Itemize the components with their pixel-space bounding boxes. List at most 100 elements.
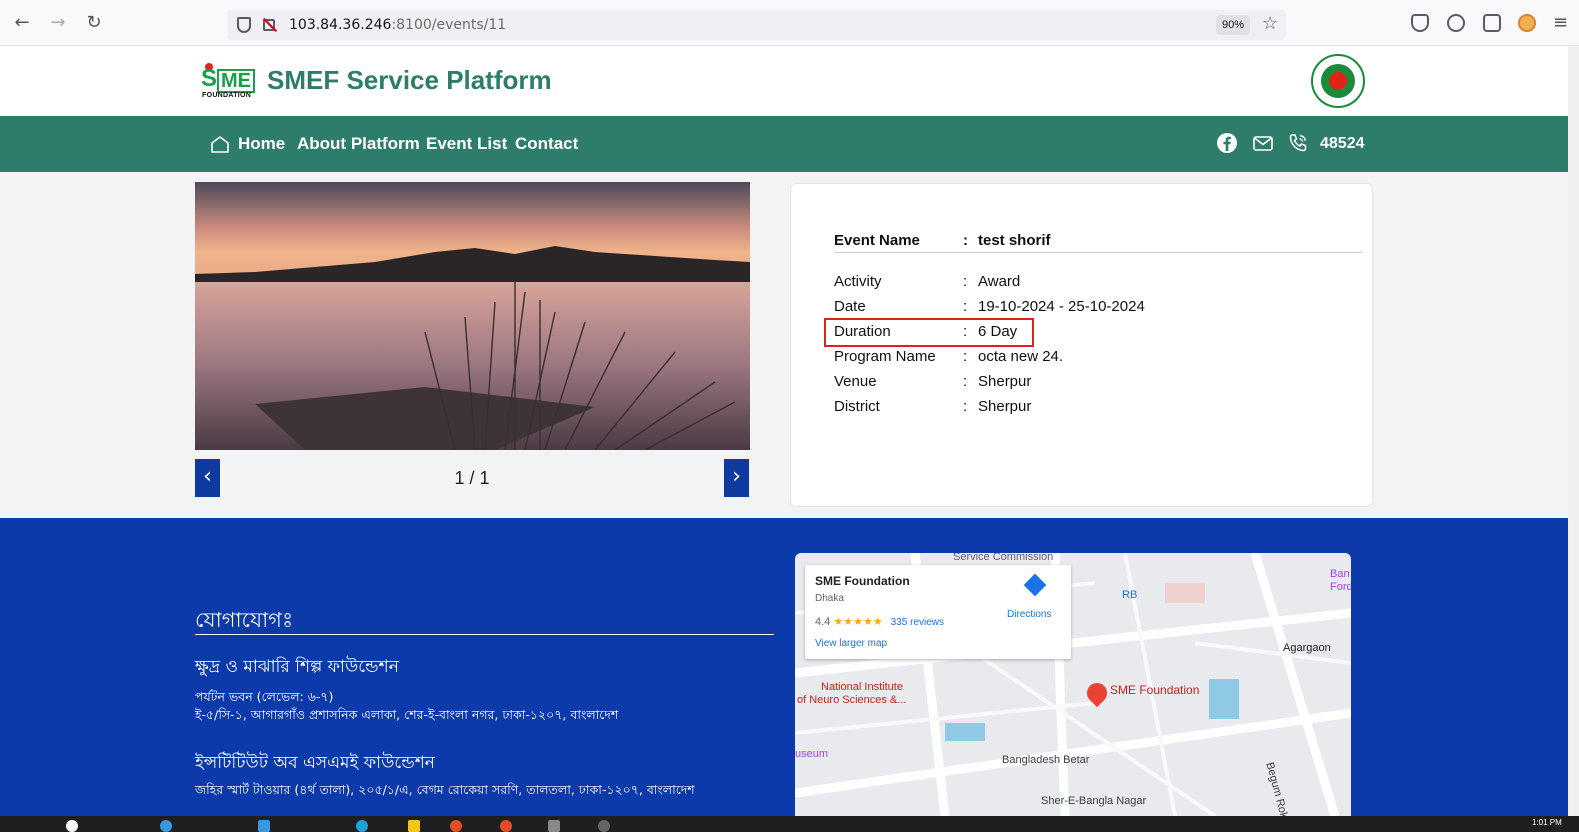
pocket-icon[interactable] xyxy=(1411,14,1429,32)
taskbar-browser-icon[interactable] xyxy=(450,820,462,832)
site-title[interactable]: SMEF Service Platform xyxy=(267,65,552,96)
smef-logo[interactable]: S ME FOUNDATION xyxy=(201,63,257,99)
nav-event-list[interactable]: Event List xyxy=(426,134,507,154)
government-seal-icon xyxy=(1311,54,1365,108)
event-info-card: Event Name : test shorif Activity : Awar… xyxy=(790,183,1373,507)
map-label-sme-foundation: SME Foundation xyxy=(1110,683,1200,697)
taskbar-app-icon[interactable] xyxy=(356,820,368,832)
event-label: Program Name xyxy=(834,348,936,365)
map-reviews-link[interactable]: 335 reviews xyxy=(891,617,944,628)
forward-arrow-icon[interactable]: → xyxy=(48,13,68,33)
google-map-embed[interactable]: Service Commission RB Agargaon Ban Ford … xyxy=(795,553,1351,816)
event-label: Activity xyxy=(834,273,882,290)
taskbar-clock: 1:01 PM xyxy=(1532,818,1562,827)
insecure-lock-icon[interactable] xyxy=(263,19,275,31)
event-value: Award xyxy=(978,273,1021,290)
map-place-card: SME Foundation Dhaka 4.4 ★★★★★ 335 review… xyxy=(805,565,1071,659)
event-colon: : xyxy=(963,348,968,365)
map-label-neuro-2: of Neuro Sciences &... xyxy=(797,694,907,706)
org2-title: ইন্সটিটিউট অব এসএমই ফাউন্ডেশন xyxy=(195,753,435,773)
logo-foundation-text: FOUNDATION xyxy=(202,92,252,99)
reload-icon[interactable]: ↻ xyxy=(84,13,104,33)
map-label-sher-e-bangla: Sher-E-Bangla Nagar xyxy=(1041,795,1147,807)
carousel-counter: 1 / 1 xyxy=(454,468,490,488)
nav-about-platform[interactable]: About Platform xyxy=(297,134,420,154)
map-label-betar: Bangladesh Betar xyxy=(1002,754,1090,766)
event-label: Date xyxy=(834,298,866,315)
event-colon: : xyxy=(963,398,968,415)
event-value: Sherpur xyxy=(978,373,1032,390)
map-label-service-commission: Service Commission xyxy=(953,553,1054,563)
seal-core xyxy=(1329,72,1347,90)
org2-address-line1: জহির স্মার্ট টাওয়ার (৪র্থ তালা), ২০৫/১/… xyxy=(195,782,695,797)
map-label-agargaon: Agargaon xyxy=(1283,642,1331,654)
map-label-museum: useum xyxy=(795,748,829,760)
carousel-next-button[interactable]: › xyxy=(724,459,749,497)
url-host: 103.84.36.246 xyxy=(289,17,392,33)
facebook-icon[interactable] xyxy=(1216,132,1238,154)
browser-toolbar: ← → ↻ 103.84.36.246:8100/events/11 90% ☆… xyxy=(0,0,1579,46)
zoom-badge[interactable]: 90% xyxy=(1216,15,1250,35)
taskbar-folder-icon[interactable] xyxy=(408,820,420,832)
map-label-neuro-1: National Institute xyxy=(821,681,903,693)
event-colon: : xyxy=(963,273,968,290)
os-taskbar: 1:01 PM xyxy=(0,816,1579,832)
map-label-rb: RB xyxy=(1122,589,1138,601)
bookmark-star-icon[interactable]: ☆ xyxy=(1262,13,1278,34)
view-larger-map-link[interactable]: View larger map xyxy=(815,638,887,649)
event-value: 19-10-2024 - 25-10-2024 xyxy=(978,298,1145,315)
map-rating-value: 4.4 xyxy=(815,616,831,628)
shield-icon[interactable] xyxy=(237,17,251,33)
logo-letter-s: S xyxy=(201,65,218,92)
map-rating-stars: ★★★★★ xyxy=(833,616,883,628)
hotline-number[interactable]: 48524 xyxy=(1320,135,1365,153)
taskbar-app-icon[interactable] xyxy=(258,820,270,832)
event-details-section: ‹ 1 / 1 › Event Name : test shorif Activ… xyxy=(0,172,1568,518)
taskbar-search-icon[interactable] xyxy=(66,820,78,832)
org1-address-line1: পর্যটন ভবন (লেভেল: ৬-৭) xyxy=(195,689,334,704)
email-icon[interactable] xyxy=(1252,132,1274,154)
url-text[interactable]: 103.84.36.246:8100/events/11 xyxy=(289,17,506,33)
event-colon: : xyxy=(963,232,968,249)
event-label: Event Name xyxy=(834,232,920,249)
directions-link[interactable]: Directions xyxy=(1007,609,1051,620)
org1-title: ক্ষুদ্র ও মাঝারি শিল্প ফাউন্ডেশন xyxy=(195,657,399,677)
event-value: octa new 24. xyxy=(978,348,1064,365)
back-arrow-icon[interactable]: ← xyxy=(12,13,32,33)
taskbar-app-icon[interactable] xyxy=(548,820,560,832)
account-icon[interactable] xyxy=(1447,14,1465,32)
taskbar-app-icon[interactable] xyxy=(160,820,172,832)
taskbar-app-icon[interactable] xyxy=(500,820,512,832)
duration-highlight-box xyxy=(824,318,1034,347)
event-value: Sherpur xyxy=(978,398,1032,415)
menu-icon[interactable]: ≡ xyxy=(1553,13,1568,33)
event-colon: : xyxy=(963,373,968,390)
extensions-icon[interactable] xyxy=(1483,14,1501,32)
event-colon: : xyxy=(963,298,968,315)
phone-icon[interactable] xyxy=(1287,132,1309,154)
url-path: :8100/events/11 xyxy=(391,17,507,33)
contact-divider xyxy=(195,634,774,635)
extension-badge-icon[interactable] xyxy=(1518,14,1536,32)
event-label: Venue xyxy=(834,373,877,390)
directions-icon[interactable] xyxy=(1023,573,1047,597)
map-place-name: SME Foundation xyxy=(815,574,910,588)
map-rating: 4.4 ★★★★★ 335 reviews xyxy=(815,615,944,628)
home-icon[interactable] xyxy=(210,135,230,153)
event-image xyxy=(195,182,750,450)
map-label-ban: Ban xyxy=(1330,568,1350,580)
logo-letters-me: ME xyxy=(217,69,255,93)
nav-home[interactable]: Home xyxy=(238,134,285,154)
map-label-ford: Ford xyxy=(1330,581,1351,593)
taskbar-app-icon[interactable] xyxy=(598,820,610,832)
map-place-city: Dhaka xyxy=(815,593,844,604)
event-label: District xyxy=(834,398,880,415)
site-footer: যোগাযোগঃ ক্ষুদ্র ও মাঝারি শিল্প ফাউন্ডেশ… xyxy=(0,518,1568,816)
main-navbar: Home About Platform Event List Contact 4… xyxy=(0,116,1568,172)
address-bar[interactable]: 103.84.36.246:8100/events/11 90% ☆ xyxy=(227,10,1286,40)
seal-inner xyxy=(1321,64,1355,98)
carousel-prev-button[interactable]: ‹ xyxy=(195,459,220,497)
event-name-divider xyxy=(834,252,1362,253)
nav-contact[interactable]: Contact xyxy=(515,134,578,154)
page-scrollbar[interactable] xyxy=(1568,46,1579,816)
